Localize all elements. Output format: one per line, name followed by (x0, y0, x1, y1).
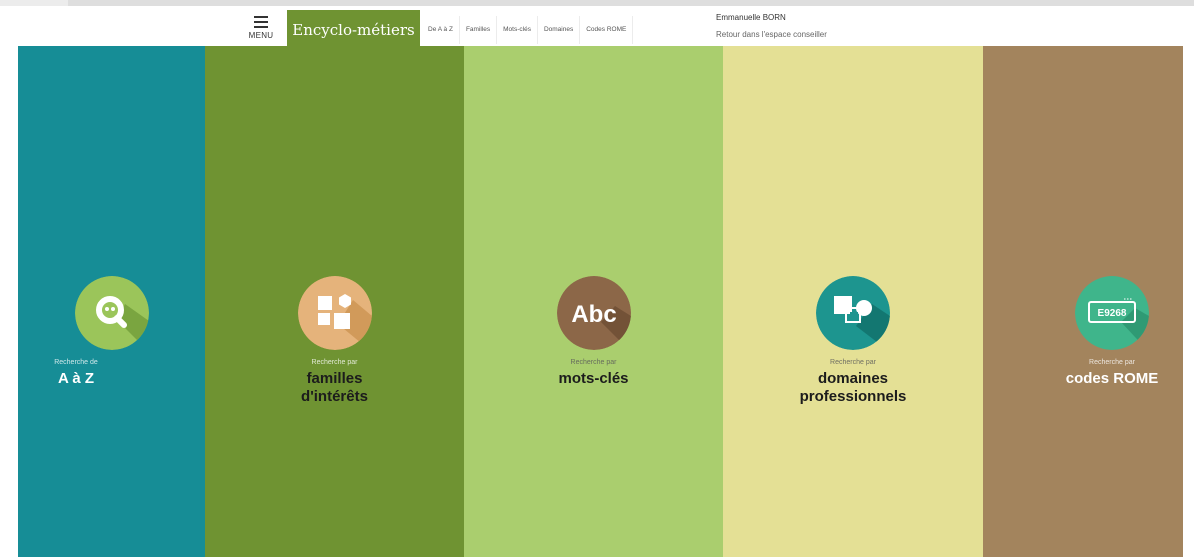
nav-familles[interactable]: Familles (460, 16, 498, 44)
shapes-icon (297, 276, 372, 350)
header-bar: MENU Encyclo-métiers De A à Z Familles M… (0, 6, 1194, 50)
abc-icon: Abc (556, 276, 631, 350)
a-z-title: A à Z (57, 370, 95, 387)
codes-rome-caption: Recherche par codes ROME (1039, 358, 1183, 388)
search-mots-cles-tile[interactable]: Abc Recherche par mots-clés (464, 46, 723, 557)
nav-mots-cles[interactable]: Mots-clés (497, 16, 538, 44)
domaines-title: domaines professionnels (799, 370, 907, 405)
svg-text:Abc: Abc (571, 301, 616, 328)
domains-icon (816, 276, 890, 350)
search-domaines-tile[interactable]: Recherche par domaines professionnels (723, 46, 983, 557)
back-to-advisor-link[interactable]: Retour dans l'espace conseiller (716, 29, 827, 41)
search-familles-tile[interactable]: Recherche par familles d'intérêts (205, 46, 464, 557)
mots-cles-subtitle: Recherche par (570, 359, 617, 366)
mots-cles-title: mots-clés (558, 370, 629, 387)
nav-codes-rome[interactable]: Codes ROME (580, 16, 634, 44)
search-columns: Recherche de A à Z Recherche par famille… (18, 46, 1183, 557)
nav-domaines[interactable]: Domaines (538, 16, 581, 44)
user-name: Emmanuelle BORN (716, 13, 786, 22)
user-info: Emmanuelle BORN Retour dans l'espace con… (716, 12, 827, 41)
familles-caption: Recherche par familles d'intérêts (205, 358, 464, 406)
familles-title: familles d'intérêts (301, 370, 368, 405)
codes-rome-subtitle: Recherche par (1089, 359, 1135, 366)
familles-subtitle: Recherche par (311, 359, 358, 366)
logo[interactable]: Encyclo-métiers (287, 10, 420, 50)
hamburger-icon (254, 16, 268, 28)
search-icon (75, 276, 149, 350)
rome-code-icon: E9268 (1075, 276, 1149, 350)
nav-a-z[interactable]: De A à Z (422, 16, 460, 44)
top-nav: De A à Z Familles Mots-clés Domaines Cod… (422, 16, 634, 44)
domaines-subtitle: Recherche par (830, 359, 876, 366)
a-z-subtitle: Recherche de (54, 359, 98, 366)
search-codes-rome-tile[interactable]: E9268 Recherche par codes ROME (983, 46, 1183, 557)
codes-rome-title: codes ROME (1065, 370, 1159, 387)
search-a-z-tile[interactable]: Recherche de A à Z (18, 46, 205, 557)
menu-label: MENU (248, 31, 274, 40)
mots-cles-caption: Recherche par mots-clés (464, 358, 723, 388)
domaines-caption: Recherche par domaines professionnels (723, 358, 983, 406)
rome-code-text: E9268 (1098, 308, 1127, 319)
a-z-caption: Recherche de A à Z (18, 358, 134, 388)
menu-button[interactable]: MENU (246, 14, 276, 44)
